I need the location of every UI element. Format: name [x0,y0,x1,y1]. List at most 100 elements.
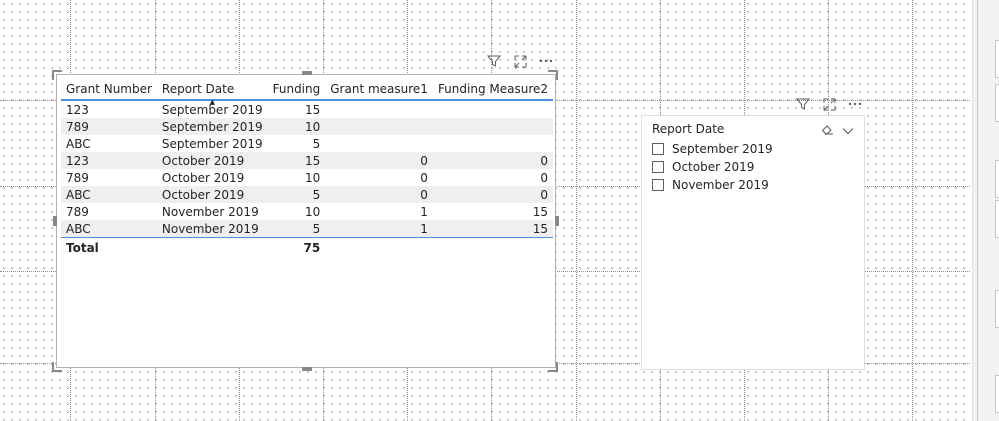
slicer-checkbox[interactable] [652,143,664,155]
column-header-label: Funding Measure2 [437,82,549,96]
table-cell: 0 [420,170,428,185]
table-cell: 0 [325,152,433,169]
table-cell: 10 [304,170,321,185]
pane-well[interactable] [995,375,999,413]
table-row[interactable]: 789 September 2019 10 [61,118,554,135]
table-cell: 5 [267,220,326,238]
table-cell: ABC [61,220,157,238]
resize-handle-top[interactable] [302,71,312,75]
eraser-icon[interactable] [820,120,834,139]
slicer-item[interactable]: October 2019 [652,158,773,176]
column-header[interactable]: Grant Number [61,79,157,101]
more-options-icon[interactable] [847,96,863,112]
table-cell: ABC [61,186,157,203]
slicer-item-label: November 2019 [672,178,769,192]
right-pane [972,0,999,421]
column-header[interactable]: Grant measure1 [325,79,433,101]
focus-mode-icon[interactable] [821,96,837,112]
more-options-icon[interactable] [538,53,554,69]
table-cell: 789 [66,204,89,219]
table-cell: 15 [304,102,321,117]
table-cell: November 2019 [161,204,259,219]
table-cell: November 2019 [156,220,268,238]
resize-handle-left[interactable] [53,216,57,226]
resize-handle-bottom-left[interactable] [52,362,62,372]
table-row[interactable]: ABC November 2019 5 1 15 [61,220,554,238]
resize-handle-top-right[interactable] [548,70,558,80]
slicer-title: Report Date [652,122,725,136]
table-cell [325,100,433,118]
pane-well[interactable] [995,160,999,198]
slicer-item-label: October 2019 [672,160,755,174]
table-cell: 5 [267,186,326,203]
table-visual-toolbar [486,53,554,69]
resize-handle-bottom-right[interactable] [548,362,558,372]
data-table: Grant Number Report Date ▲ Funding Grant mea… [61,79,554,257]
slicer-header: Report Date [652,120,854,138]
report-date-slicer[interactable]: Report Date September 2019 October 2019 No… [641,115,865,370]
slicer-item-list: September 2019 October 2019 November 2019 [652,140,773,194]
table-row[interactable]: ABC October 2019 5 0 0 [61,186,554,203]
table-cell: 0 [432,152,554,169]
column-header-label: Report Date [161,82,235,96]
column-header[interactable]: Report Date ▲ [156,79,268,106]
table-cell: October 2019 [161,170,245,185]
table-cell: 5 [312,136,321,151]
slicer-item-label: September 2019 [672,142,773,156]
column-header-label: Funding [272,82,321,96]
total-cell [325,237,433,257]
table-cell: October 2019 [156,152,268,169]
table-cell: 15 [267,152,326,169]
sort-ascending-icon: ▲ [209,98,215,106]
chevron-down-icon[interactable] [842,120,854,139]
pane-well[interactable] [995,84,999,122]
table-cell: 789 [61,118,157,135]
pane-well[interactable] [995,40,999,78]
table-cell: 15 [432,220,554,238]
slicer-visual-toolbar [795,96,863,112]
column-header-label: Grant measure1 [330,82,428,96]
total-cell: Total [61,237,157,257]
total-cell [156,237,268,257]
table-cell: 10 [267,118,326,135]
table-row[interactable]: ABC September 2019 5 [61,135,553,152]
filter-icon[interactable] [486,53,502,69]
slicer-checkbox[interactable] [652,161,664,173]
column-header-label: Grant Number [66,82,152,96]
table-cell: 0 [432,186,554,203]
pane-well[interactable] [995,200,999,238]
slicer-checkbox[interactable] [652,179,664,191]
slicer-item[interactable]: September 2019 [652,140,773,158]
focus-mode-icon[interactable] [512,53,528,69]
resize-handle-top-left[interactable] [52,70,62,80]
table-cell: 10 [304,204,321,219]
table-cell [433,100,553,118]
table-cell [432,118,554,135]
table-cell: 15 [532,204,549,219]
pane-divider [977,0,978,421]
table-visual[interactable]: Grant Number Report Date ▲ Funding Grant mea… [56,74,556,368]
table-total-row: Total 75 [61,237,554,257]
resize-handle-right[interactable] [555,216,559,226]
table-row[interactable]: 789 October 2019 10 0 0 [61,169,553,186]
slicer-item[interactable]: November 2019 [652,176,773,194]
table-cell: September 2019 [161,136,263,151]
table-row[interactable]: 123 October 2019 15 0 0 [61,152,554,169]
table-cell: 0 [540,170,549,185]
table-cell [433,135,553,152]
total-cell [432,237,554,257]
table-cell: September 2019 [156,118,268,135]
table-cell [325,135,433,152]
table-row[interactable]: 123 September 2019 15 [61,100,553,118]
table-cell: ABC [66,136,91,151]
resize-handle-bottom[interactable] [302,367,312,371]
column-header[interactable]: Funding Measure2 [432,79,554,101]
table-row[interactable]: 789 November 2019 10 1 15 [61,203,553,220]
table-cell: 1 [420,204,428,219]
pane-well[interactable] [995,290,999,328]
table-cell: 123 [66,102,89,117]
table-cell [325,118,433,135]
total-cell: 75 [267,237,326,257]
column-header[interactable]: Funding [267,79,326,101]
filter-icon[interactable] [795,96,811,112]
